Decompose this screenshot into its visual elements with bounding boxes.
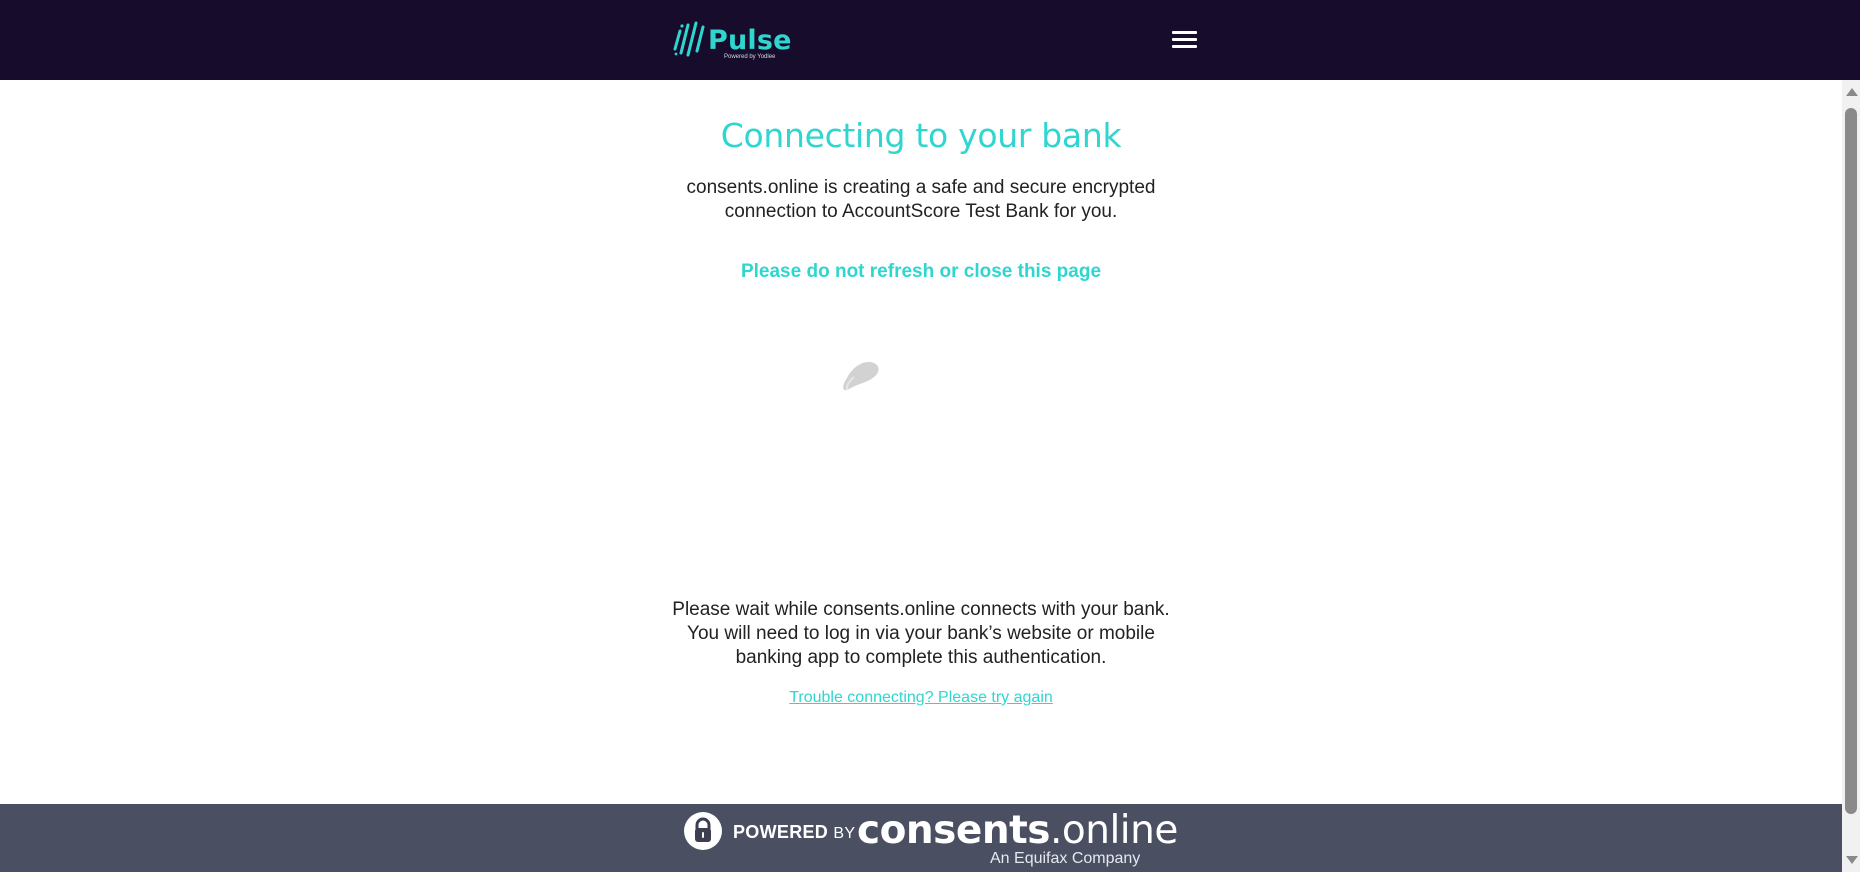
pulse-logo[interactable]: Pulse Powered by Yodlee <box>672 17 791 63</box>
top-bar: Pulse Powered by Yodlee <box>0 0 1860 80</box>
retry-link-container: Trouble connecting? Please try again <box>0 689 1842 707</box>
do-not-refresh-warning: Please do not refresh or close this page <box>740 261 1102 282</box>
wait-line: banking app to complete this authenticat… <box>735 647 1107 668</box>
powered-word: POWERED <box>733 822 829 842</box>
pulse-logo-icon <box>673 21 705 57</box>
powered-by-label: POWERED BY <box>733 822 855 843</box>
wait-line: You will need to log in via your bank’s … <box>687 623 1155 644</box>
footer: POWERED BY consents.online An Equifax Co… <box>0 804 1842 872</box>
scroll-thumb[interactable] <box>1845 108 1857 814</box>
main-content: Connecting to your bank consents.online … <box>0 80 1842 804</box>
consents-online-logo: consents.online <box>857 808 1178 853</box>
wait-line: Please wait while consents.online connec… <box>672 599 1170 620</box>
padlock-icon <box>684 812 722 850</box>
scroll-up-arrow-icon[interactable] <box>1846 88 1858 96</box>
try-again-link[interactable]: Trouble connecting? Please try again <box>789 689 1053 706</box>
page-title: Connecting to your bank <box>720 116 1122 155</box>
intro-line: consents.online is creating a safe and s… <box>686 177 1156 198</box>
brand-subtitle: An Equifax Company <box>990 850 1141 867</box>
hamburger-menu-icon[interactable] <box>1168 26 1202 54</box>
scroll-down-arrow-icon[interactable] <box>1846 856 1858 864</box>
logo-subtext: Powered by Yodlee <box>724 54 776 60</box>
logo-wordmark: Pulse <box>708 25 792 56</box>
by-word: BY <box>833 825 856 842</box>
brand-rest: .online <box>1049 808 1178 853</box>
intro-line: connection to AccountScore Test Bank for… <box>724 201 1118 222</box>
brand-bold: consents <box>857 808 1050 853</box>
wait-text: Please wait while consents.online connec… <box>0 598 1842 670</box>
intro-text: consents.online is creating a safe and s… <box>0 176 1842 224</box>
loading-spinner-icon <box>843 362 879 391</box>
vertical-scrollbar[interactable] <box>1842 80 1860 872</box>
